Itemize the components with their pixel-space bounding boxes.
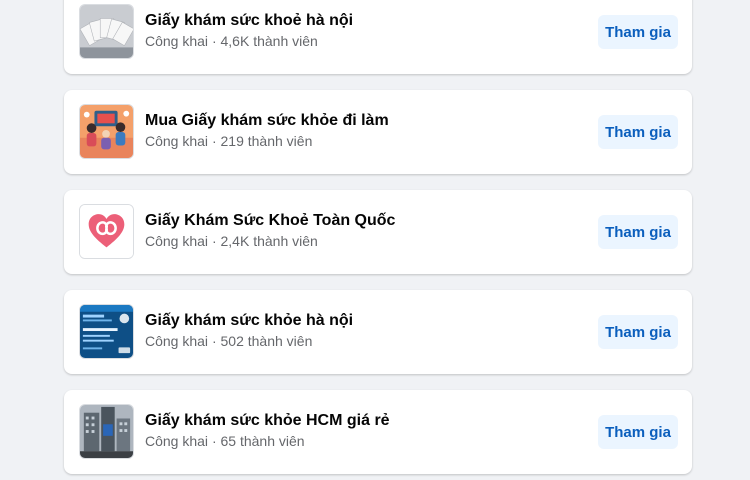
group-card[interactable]: Giấy khám sức khoẻ hà nội Công khai · 4,… (64, 0, 692, 74)
group-member-count: 65 thành viên (220, 433, 305, 449)
group-name[interactable]: Mua Giấy khám sức khỏe đi làm (145, 112, 389, 130)
group-privacy: Công khai (145, 233, 209, 249)
group-name[interactable]: Giấy khám sức khỏe HCM giá rẻ (145, 412, 390, 430)
group-meta: Công khai · 65 thành viên (145, 433, 305, 449)
fanned-documents-thumbnail[interactable] (79, 4, 134, 59)
join-group-button[interactable]: Tham gia (598, 315, 678, 349)
join-group-button[interactable]: Tham gia (598, 415, 678, 449)
meta-separator: · (211, 133, 217, 149)
group-card[interactable]: Giấy khám sức khỏe hà nội Công khai · 50… (64, 290, 692, 374)
group-privacy: Công khai (145, 33, 209, 49)
join-group-button[interactable]: Tham gia (598, 215, 678, 249)
group-name[interactable]: Giấy Khám Sức Khoẻ Toàn Quốc (145, 212, 395, 230)
blue-banner-thumbnail[interactable] (79, 304, 134, 359)
group-privacy: Công khai (145, 333, 209, 349)
group-privacy: Công khai (145, 133, 209, 149)
group-member-count: 219 thành viên (220, 133, 313, 149)
group-name[interactable]: Giấy khám sức khỏe hà nội (145, 312, 353, 330)
group-member-count: 502 thành viên (220, 333, 313, 349)
group-member-count: 2,4K thành viên (220, 233, 318, 249)
group-results-list: Giấy khám sức khoẻ hà nội Công khai · 4,… (0, 0, 750, 480)
people-illustration-thumbnail[interactable] (79, 104, 134, 159)
group-name[interactable]: Giấy khám sức khoẻ hà nội (145, 12, 353, 30)
group-card[interactable]: Giấy Khám Sức Khoẻ Toàn Quốc Công khai ·… (64, 190, 692, 274)
group-member-count: 4,6K thành viên (220, 33, 318, 49)
join-group-button[interactable]: Tham gia (598, 115, 678, 149)
meta-separator: · (211, 233, 217, 249)
meta-separator: · (211, 433, 217, 449)
group-meta: Công khai · 4,6K thành viên (145, 33, 318, 49)
join-group-button[interactable]: Tham gia (598, 15, 678, 49)
group-meta: Công khai · 2,4K thành viên (145, 233, 318, 249)
meta-separator: · (211, 333, 217, 349)
group-card[interactable]: Giấy khám sức khỏe HCM giá rẻ Công khai … (64, 390, 692, 474)
group-privacy: Công khai (145, 433, 209, 449)
group-meta: Công khai · 502 thành viên (145, 333, 312, 349)
heart-logo-thumbnail[interactable] (79, 204, 134, 259)
group-meta: Công khai · 219 thành viên (145, 133, 312, 149)
building-photo-thumbnail[interactable] (79, 404, 134, 459)
meta-separator: · (211, 33, 217, 49)
group-card[interactable]: Mua Giấy khám sức khỏe đi làm Công khai … (64, 90, 692, 174)
